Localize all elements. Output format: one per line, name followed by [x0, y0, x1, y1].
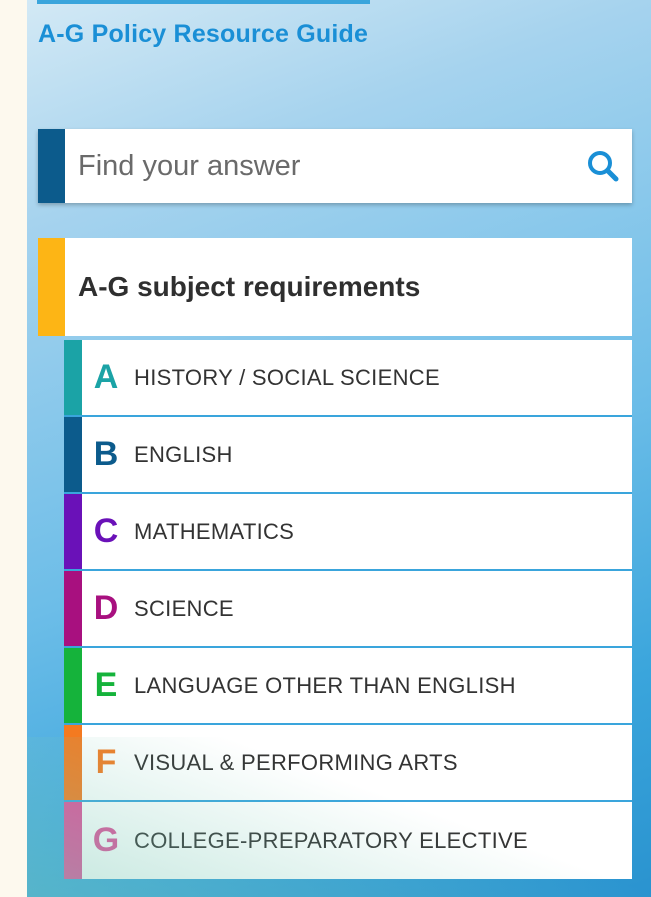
search-input[interactable] — [65, 129, 574, 203]
subject-stripe — [64, 648, 82, 723]
top-accent-line — [37, 0, 370, 4]
subject-item-c[interactable]: C MATHEMATICS — [64, 494, 632, 571]
subject-list: A HISTORY / SOCIAL SCIENCE B ENGLISH C M… — [64, 340, 632, 879]
subject-letter: E — [94, 666, 118, 704]
subject-stripe — [64, 571, 82, 646]
guide-title-link[interactable]: A-G Policy Resource Guide — [38, 20, 368, 49]
subject-item-g[interactable]: G COLLEGE-PREPARATORY ELECTIVE — [64, 802, 632, 879]
search-button[interactable] — [574, 129, 632, 203]
subject-name: VISUAL & PERFORMING ARTS — [134, 749, 458, 775]
subject-name: MATHEMATICS — [134, 518, 295, 544]
requirements-header[interactable]: A-G subject requirements — [38, 238, 632, 336]
subject-name: COLLEGE-PREPARATORY ELECTIVE — [134, 827, 528, 853]
subject-letter: D — [93, 589, 119, 627]
subject-name: SCIENCE — [134, 595, 234, 621]
subject-letter: C — [93, 512, 119, 550]
subject-letter: G — [92, 821, 120, 859]
subject-item-f[interactable]: F VISUAL & PERFORMING ARTS — [64, 725, 632, 802]
subject-item-e[interactable]: E LANGUAGE OTHER THAN ENGLISH — [64, 648, 632, 725]
subject-stripe — [64, 340, 82, 415]
requirements-accent-bar — [38, 238, 65, 336]
search-accent-bar — [38, 129, 65, 203]
subject-name: HISTORY / SOCIAL SCIENCE — [134, 364, 440, 390]
policy-guide-sidebar: A-G Policy Resource Guide A-G subject re… — [27, 0, 651, 897]
subject-item-a[interactable]: A HISTORY / SOCIAL SCIENCE — [64, 340, 632, 417]
subject-letter: B — [93, 435, 119, 473]
subject-item-d[interactable]: D SCIENCE — [64, 571, 632, 648]
search-icon — [588, 151, 619, 182]
search-box — [38, 129, 632, 203]
subject-letter: F — [95, 743, 117, 781]
subject-name: LANGUAGE OTHER THAN ENGLISH — [134, 672, 516, 698]
subject-stripe — [64, 417, 82, 492]
subject-letter: A — [93, 358, 119, 396]
subject-item-b[interactable]: B ENGLISH — [64, 417, 632, 494]
subject-stripe — [64, 802, 82, 879]
subject-name: ENGLISH — [134, 441, 233, 467]
subject-stripe — [64, 725, 82, 800]
subject-stripe — [64, 494, 82, 569]
requirements-title: A-G subject requirements — [78, 271, 421, 302]
